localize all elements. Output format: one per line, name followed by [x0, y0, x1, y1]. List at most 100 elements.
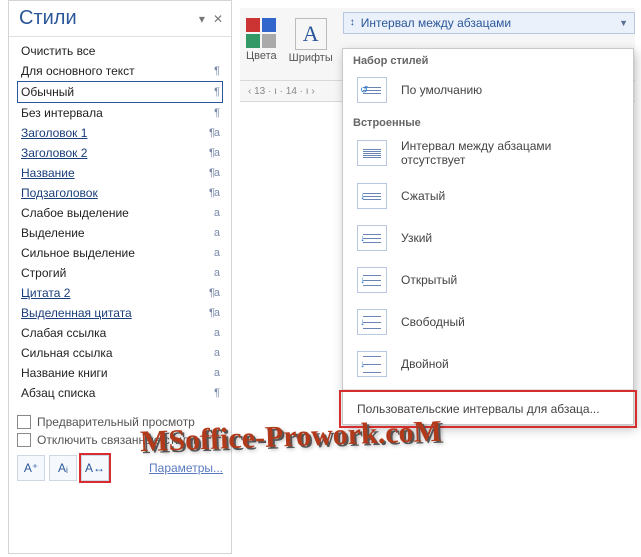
style-row[interactable]: Сильное выделениеa	[17, 243, 223, 263]
style-row[interactable]: Без интервала ¶	[17, 103, 223, 123]
style-row[interactable]: Название книги a	[17, 363, 223, 383]
spacing-option[interactable]: ↓Открытый	[343, 259, 633, 301]
colors-gallery-button[interactable]: Цвета	[240, 8, 283, 62]
paragraph-spacing-split-button[interactable]: ↕ Интервал между абзацами ▼	[343, 12, 635, 34]
parameters-link[interactable]: Параметры...	[149, 461, 223, 475]
spacing-option[interactable]: ↓ Двойной	[343, 343, 633, 385]
style-inspector-button[interactable]: Aᵢ	[49, 455, 77, 481]
panel-header: Стили ▾ ✕	[9, 1, 231, 32]
spacing-option-label: Двойной	[401, 357, 449, 371]
style-name: Абзац списка	[21, 386, 95, 400]
checkbox-icon	[17, 433, 31, 447]
fonts-icon: A	[295, 18, 327, 50]
style-name: Сильная ссылка	[21, 346, 113, 360]
spacing-option[interactable]: ↓ Сжатый	[343, 175, 633, 217]
disable-linked-label: Отключить связанные стили	[37, 433, 196, 447]
styles-task-pane: Стили ▾ ✕ Очистить все Для основного текс…	[8, 0, 232, 554]
custom-paragraph-spacing[interactable]: Пользовательские интервалы для абзаца...	[343, 394, 633, 424]
spacing-preview-icon: ↓	[357, 309, 387, 335]
spacing-option-label: Сжатый	[401, 189, 445, 203]
style-row[interactable]: Заголовок 2 ¶a	[17, 143, 223, 163]
spacing-preview-icon: ↓	[357, 183, 387, 209]
divider	[343, 389, 633, 390]
fonts-gallery-button[interactable]: A Шрифты	[283, 8, 339, 64]
style-row[interactable]: Название¶a	[17, 163, 223, 183]
style-type-glyph: ¶	[214, 65, 219, 77]
style-name: Очистить все	[21, 44, 95, 58]
style-type-glyph: ¶	[214, 387, 219, 399]
style-type-glyph: ¶a	[209, 187, 219, 199]
colors-icon	[246, 18, 276, 48]
spacing-option-label: По умолчанию	[401, 83, 482, 97]
style-name: Подзаголовок	[21, 186, 98, 200]
colors-label: Цвета	[246, 50, 277, 62]
section-builtin: Встроенные	[343, 111, 633, 131]
style-type-glyph: a	[214, 207, 219, 219]
section-style-set: Набор стилей	[343, 49, 633, 69]
disable-linked-checkbox[interactable]: Отключить связанные стили	[17, 431, 223, 449]
spacing-option-label: Интервал между абзацами отсутствует	[401, 139, 619, 167]
spacing-preview-icon: ↓	[357, 225, 387, 251]
spacing-option-default[interactable]: ↺ По умолчанию	[343, 69, 633, 111]
spacing-preview-icon: ↓	[357, 351, 387, 377]
chevron-down-icon: ▼	[619, 18, 628, 28]
style-type-glyph: a	[214, 327, 219, 339]
style-row[interactable]: Для основного текст ¶	[17, 61, 223, 81]
style-name: Заголовок 1	[21, 126, 87, 140]
new-style-button[interactable]: A⁺	[17, 455, 45, 481]
paragraph-spacing-icon: ↕	[350, 20, 355, 26]
style-name: Выделенная цитата	[21, 306, 132, 320]
style-type-glyph: a	[214, 367, 219, 379]
style-type-glyph: ¶a	[209, 147, 219, 159]
style-type-glyph: ¶	[214, 86, 219, 98]
style-type-glyph: ¶a	[209, 287, 219, 299]
options-area: Предварительный просмотр Отключить связа…	[9, 407, 231, 451]
style-name: Выделение	[21, 226, 85, 240]
style-type-glyph: ¶	[214, 107, 219, 119]
panel-menu-icon[interactable]: ▾	[199, 12, 205, 26]
spacing-option-label: Узкий	[401, 231, 432, 245]
style-row[interactable]: Слабое выделение a	[17, 203, 223, 223]
paragraph-spacing-dropdown: Набор стилей ↺ По умолчанию Встроенные И…	[342, 48, 634, 425]
style-name: Обычный	[21, 85, 74, 99]
preview-checkbox[interactable]: Предварительный просмотр	[17, 413, 223, 431]
style-row[interactable]: Подзаголовок ¶a	[17, 183, 223, 203]
style-row[interactable]: Выделение a	[17, 223, 223, 243]
custom-spacing-label: Пользовательские интервалы для абзаца...	[357, 402, 600, 416]
preview-label: Предварительный просмотр	[37, 415, 195, 429]
style-name: Название книги	[21, 366, 108, 380]
style-row[interactable]: Выделенная цитата ¶a	[17, 303, 223, 323]
style-type-glyph: ¶a	[209, 307, 219, 319]
spacing-preview-icon	[357, 140, 387, 166]
style-row[interactable]: Строгийa	[17, 263, 223, 283]
style-row[interactable]: Очистить все	[17, 41, 223, 61]
style-row[interactable]: Сильная ссылкаa	[17, 343, 223, 363]
style-type-glyph: ¶a	[209, 127, 219, 139]
style-row[interactable]: Заголовок 1 ¶a	[17, 123, 223, 143]
style-row[interactable]: Слабая ссылка a	[17, 323, 223, 343]
spacing-option[interactable]: ↓ Свободный	[343, 301, 633, 343]
style-name: Для основного текст	[21, 64, 135, 78]
style-type-glyph: a	[214, 227, 219, 239]
styles-list: Очистить все Для основного текст ¶ Обычный ¶…	[9, 37, 231, 407]
fonts-label: Шрифты	[289, 52, 333, 64]
checkbox-icon	[17, 415, 31, 429]
manage-styles-button[interactable]: A↔	[81, 455, 109, 481]
spacing-option[interactable]: ↓ Узкий	[343, 217, 633, 259]
style-name: Сильное выделение	[21, 246, 135, 260]
style-row[interactable]: Цитата 2 ¶a	[17, 283, 223, 303]
style-name: Слабая ссылка	[21, 326, 106, 340]
style-name: Слабое выделение	[21, 206, 129, 220]
style-name: Название	[21, 166, 75, 180]
paragraph-spacing-label: Интервал между абзацами	[361, 16, 511, 30]
style-name: Цитата 2	[21, 286, 70, 300]
spacing-option-label: Свободный	[401, 315, 465, 329]
style-row[interactable]: Обычный ¶	[17, 81, 223, 103]
panel-close-icon[interactable]: ✕	[213, 12, 223, 26]
panel-bottom-toolbar: A⁺ Aᵢ A↔ Параметры...	[9, 451, 231, 485]
spacing-option-label: Открытый	[401, 273, 457, 287]
style-row[interactable]: Абзац списка ¶	[17, 383, 223, 403]
style-name: Заголовок 2	[21, 146, 87, 160]
spacing-option[interactable]: Интервал между абзацами отсутствует	[343, 131, 633, 175]
style-name: Без интервала	[21, 106, 103, 120]
